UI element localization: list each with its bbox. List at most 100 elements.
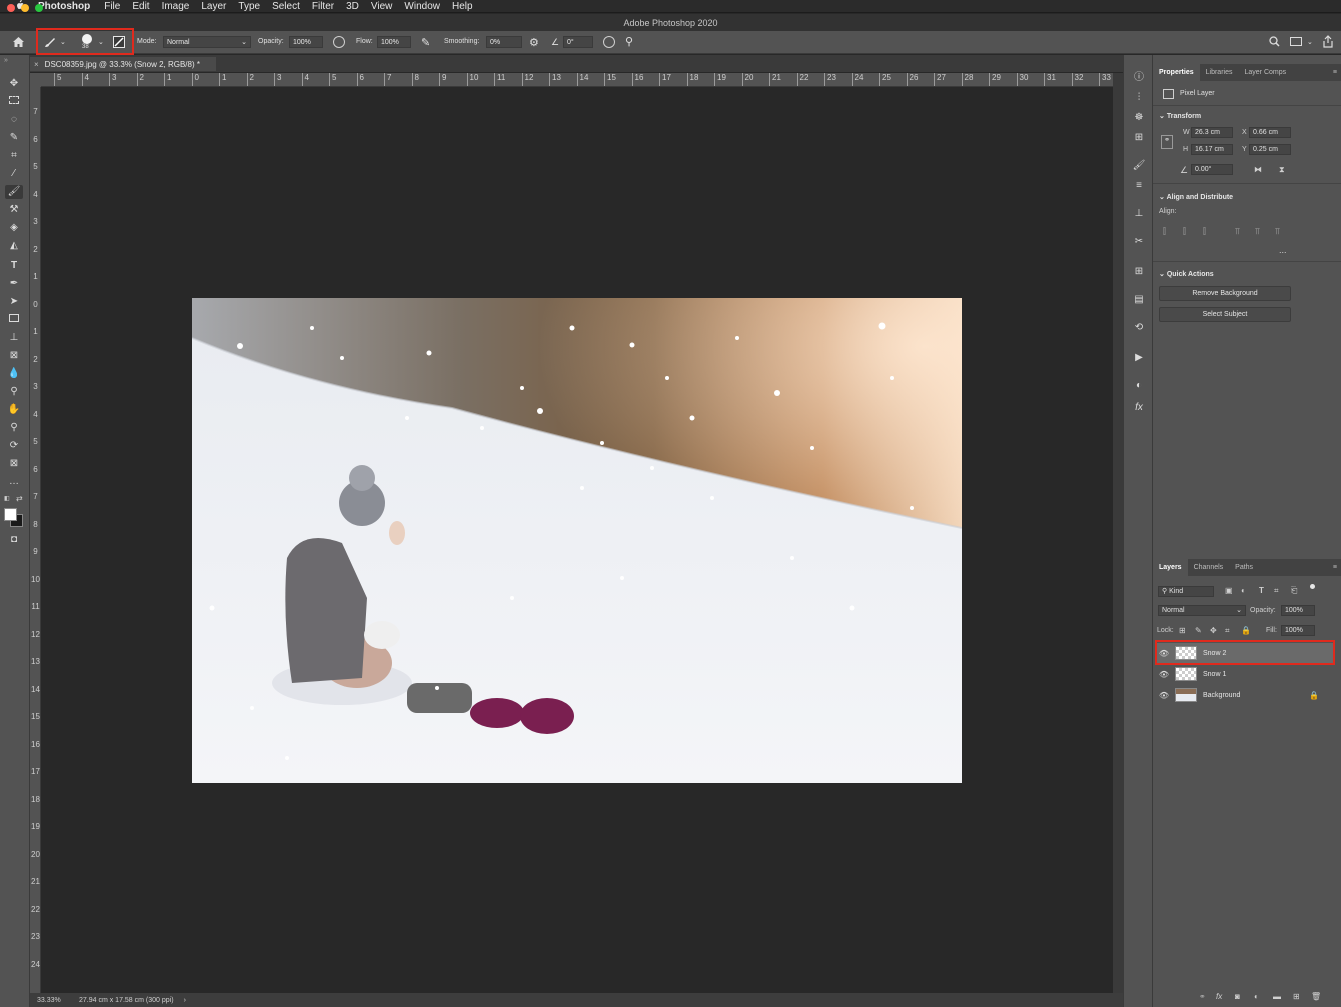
more-tools-icon[interactable]: … (7, 475, 21, 489)
search-icon[interactable] (1269, 36, 1280, 49)
align-top-icon[interactable]: ⫪ (1235, 226, 1240, 237)
zoom-window-button[interactable] (35, 4, 43, 12)
vertical-scrollbar[interactable] (1113, 73, 1123, 993)
document-size[interactable]: 27.94 cm x 17.58 cm (300 ppi) (79, 997, 174, 1004)
opacity-field[interactable]: 100% (289, 36, 323, 48)
align-center-v-icon[interactable]: ⫪ (1255, 226, 1260, 237)
symmetry-icon[interactable]: ⚲ (625, 35, 633, 48)
layer-opacity-field[interactable]: 100% (1281, 605, 1315, 616)
artboard-tool-icon[interactable]: ⊠ (7, 457, 21, 471)
menu-view[interactable]: View (371, 1, 393, 12)
pressure-opacity-icon[interactable] (333, 36, 345, 48)
tab-paths[interactable]: Paths (1229, 559, 1259, 576)
filter-smart-object-icon[interactable]: ⎗ (1291, 586, 1297, 596)
styles-icon[interactable]: fx (1132, 401, 1146, 415)
fill-field[interactable]: 100% (1281, 625, 1315, 636)
rectangle-tool-icon[interactable] (7, 313, 21, 327)
blur-tool-icon[interactable]: 💧 (7, 367, 21, 381)
eye-icon[interactable]: 👁 (1157, 670, 1171, 679)
eraser-tool-icon[interactable]: ◈ (7, 221, 21, 235)
lock-all-icon[interactable]: 🔒 (1241, 626, 1251, 635)
tab-properties[interactable]: Properties (1153, 64, 1200, 81)
align-bottom-icon[interactable]: ⫪ (1275, 226, 1280, 237)
angle-field[interactable]: 0.00° (1191, 164, 1233, 175)
lock-transparent-icon[interactable]: ⊞ (1179, 626, 1186, 635)
filter-type-icon[interactable]: T (1259, 586, 1264, 595)
chevron-down-icon[interactable]: ⌄ (1307, 38, 1313, 46)
width-field[interactable]: 26.3 cm (1191, 127, 1233, 138)
close-tab-icon[interactable]: × (34, 60, 39, 69)
filter-toggle-icon[interactable] (1310, 584, 1315, 589)
path-selection-tool-icon[interactable]: ➤ (7, 295, 21, 309)
eye-icon[interactable]: 👁 (1157, 691, 1171, 700)
navigator-icon[interactable]: ⊞ (1132, 131, 1146, 145)
zoom-level[interactable]: 33.33% (37, 997, 73, 1004)
type-tool-icon[interactable]: T (7, 259, 21, 273)
tool-presets-icon[interactable]: ✂ (1132, 235, 1146, 249)
menu-filter[interactable]: Filter (312, 1, 334, 12)
new-layer-icon[interactable]: ⊞ (1293, 992, 1300, 1001)
gear-icon[interactable]: ⚙ (529, 36, 539, 49)
link-layers-icon[interactable]: ⚭ (1199, 992, 1206, 1001)
foreground-color-swatch[interactable] (4, 508, 17, 521)
add-style-icon[interactable]: fx (1216, 992, 1222, 1001)
filter-pixel-icon[interactable]: ▣ (1225, 586, 1233, 595)
brush-tool-icon[interactable]: 🖌 (5, 185, 23, 199)
y-field[interactable]: 0.25 cm (1249, 144, 1291, 155)
add-mask-icon[interactable]: ◙ (1235, 992, 1240, 1001)
height-field[interactable]: 16.17 cm (1191, 144, 1233, 155)
frame-tool-icon[interactable]: ⊠ (7, 349, 21, 363)
tab-libraries[interactable]: Libraries (1200, 64, 1239, 81)
zoom-tool-icon[interactable]: ⚲ (7, 421, 21, 435)
mode-select[interactable]: Normal ⌄ (163, 36, 251, 48)
rotate-view-tool-icon[interactable]: ⟳ (7, 439, 21, 453)
align-right-icon[interactable]: ⫿ (1203, 226, 1206, 237)
3d-icon[interactable]: ☸ (1132, 111, 1146, 125)
close-window-button[interactable] (7, 4, 15, 12)
stamp-tool-icon[interactable]: ⊥ (7, 331, 21, 345)
align-left-icon[interactable]: ⫿ (1163, 226, 1166, 237)
adjustments-icon[interactable]: ≡ (1132, 179, 1146, 193)
airbrush-icon[interactable]: ✎ (421, 36, 430, 49)
new-adjustment-icon[interactable]: ◐ (1254, 992, 1259, 1001)
clone-stamp-tool-icon[interactable]: ⚒ (7, 203, 21, 217)
angle-field[interactable]: 0° (563, 36, 593, 48)
layer-row-background[interactable]: 👁 Background 🔒 (1157, 685, 1335, 705)
align-center-h-icon[interactable]: ⫿ (1183, 226, 1186, 237)
align-section-title[interactable]: ⌄ Align and Distribute (1159, 193, 1233, 201)
lock-artboard-icon[interactable]: ⌗ (1225, 626, 1230, 636)
minimize-window-button[interactable] (21, 4, 29, 12)
menu-select[interactable]: Select (272, 1, 300, 12)
transform-section-title[interactable]: ⌄ Transform (1159, 112, 1201, 120)
filter-shape-icon[interactable]: ⌗ (1274, 586, 1279, 596)
lock-image-icon[interactable]: ✎ (1195, 626, 1202, 635)
flip-vertical-icon[interactable]: ⧗ (1279, 165, 1285, 175)
menu-type[interactable]: Type (238, 1, 260, 12)
quick-selection-tool-icon[interactable]: ✎ (7, 131, 21, 145)
flip-horizontal-icon[interactable]: ⧓ (1254, 165, 1262, 174)
panel-menu-icon[interactable]: ≡ (1333, 564, 1337, 571)
clone-source-icon[interactable]: ⊥ (1132, 207, 1146, 221)
crop-tool-icon[interactable]: ⌗ (7, 149, 21, 163)
layer-filter-select[interactable]: ⚲ Kind (1158, 586, 1214, 597)
color-icon[interactable]: ◐ (1132, 379, 1146, 393)
paint-bucket-tool-icon[interactable]: ◭ (7, 239, 21, 253)
smoothing-field[interactable]: 0% (486, 36, 522, 48)
move-tool-icon[interactable]: ✥ (7, 77, 21, 91)
tab-layer-comps[interactable]: Layer Comps (1238, 64, 1292, 81)
dodge-tool-icon[interactable]: ⚲ (7, 385, 21, 399)
quick-actions-section-title[interactable]: ⌄ Quick Actions (1159, 270, 1214, 278)
info-icon[interactable]: ⓘ (1132, 71, 1146, 85)
filter-adjustment-icon[interactable]: ◐ (1241, 586, 1246, 595)
angle-icon[interactable]: ∠ (551, 37, 559, 48)
tab-channels[interactable]: Channels (1188, 559, 1230, 576)
swap-colors-icon[interactable]: ⇄ (16, 494, 23, 503)
share-icon[interactable] (1322, 35, 1334, 50)
lasso-tool-icon[interactable]: ◌ (7, 113, 21, 127)
menu-layer[interactable]: Layer (201, 1, 226, 12)
history-icon[interactable]: ⟲ (1132, 321, 1146, 335)
default-colors-icon[interactable]: ◧ (4, 495, 12, 503)
x-field[interactable]: 0.66 cm (1249, 127, 1291, 138)
home-icon[interactable] (12, 36, 25, 50)
swatches-icon[interactable]: ⊞ (1132, 265, 1146, 279)
